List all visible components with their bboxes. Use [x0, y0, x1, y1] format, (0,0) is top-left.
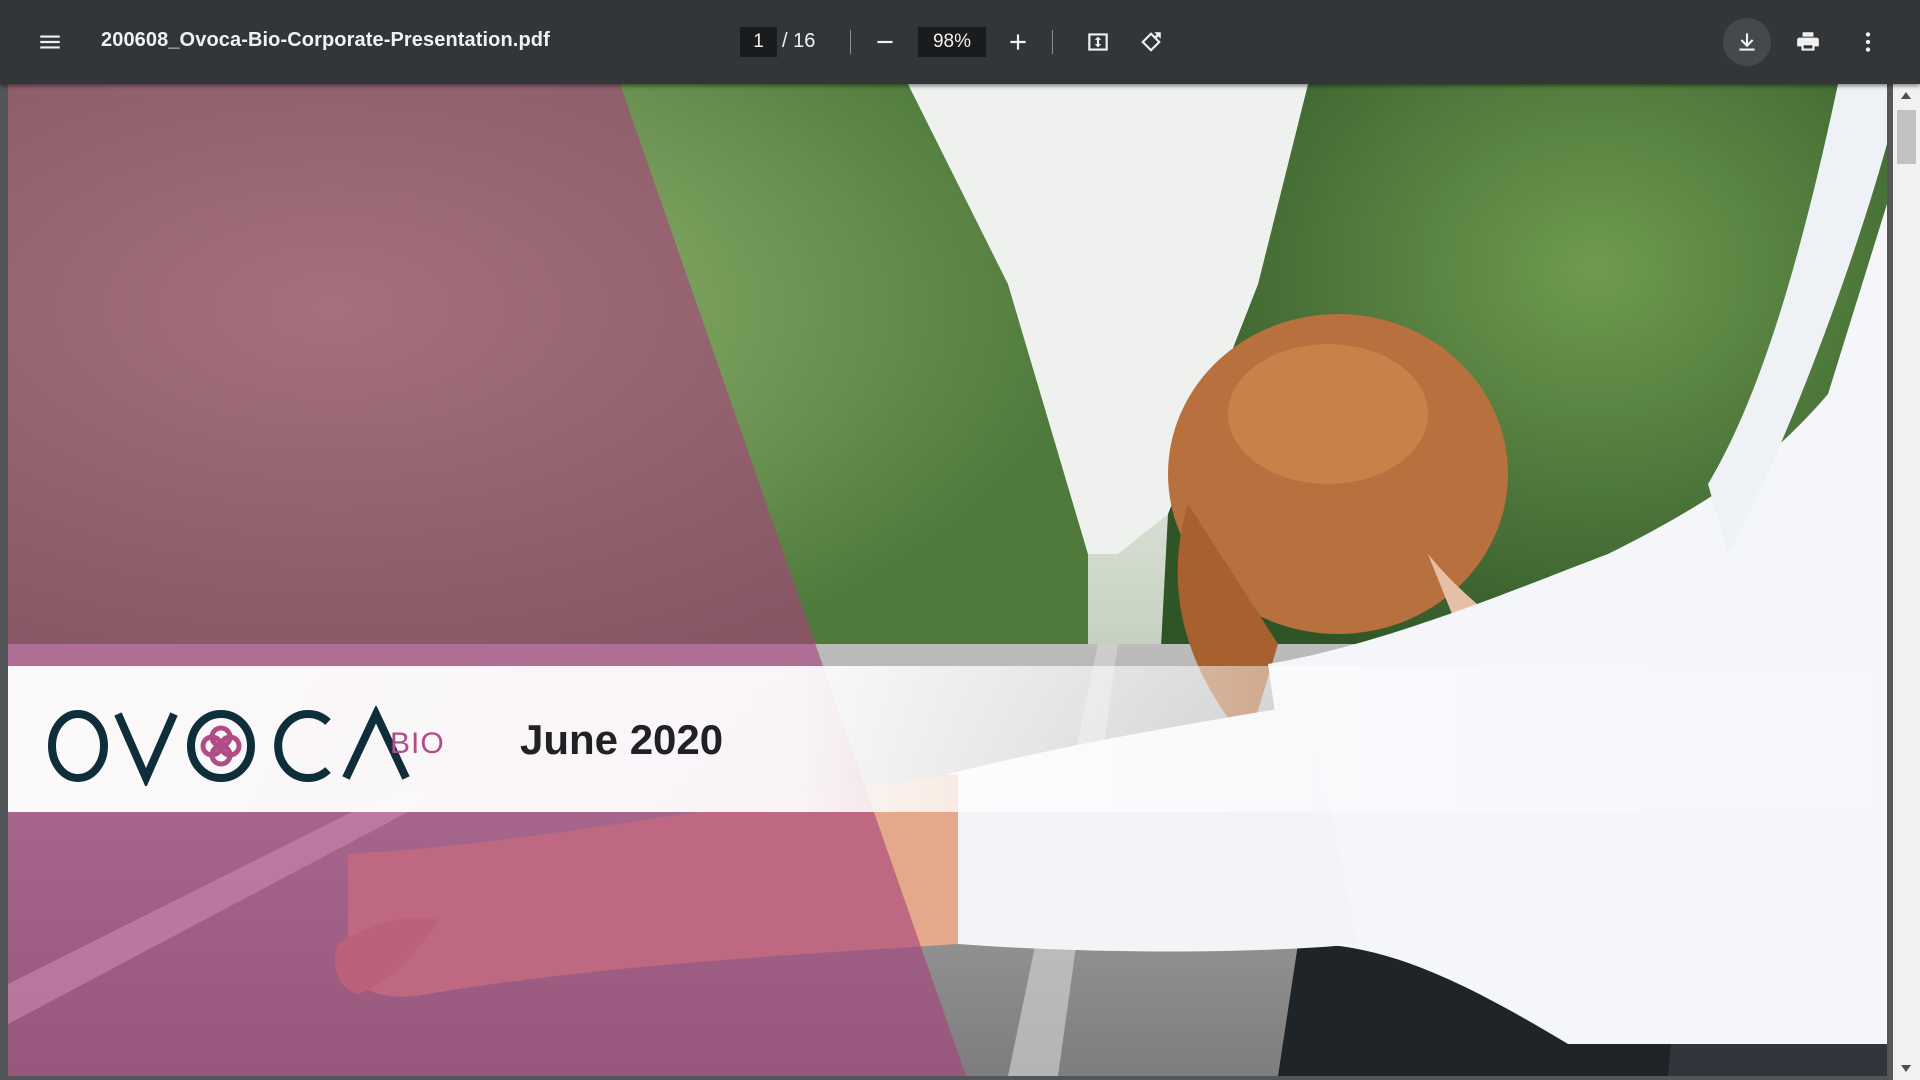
fit-to-page-button[interactable] — [1074, 18, 1122, 66]
slide-date: June 2020 — [520, 716, 724, 763]
page-count: / 16 — [782, 30, 816, 52]
zoom-level-input[interactable] — [918, 27, 986, 57]
scrollbar-thumb[interactable] — [1897, 110, 1916, 164]
page-number-input[interactable] — [740, 27, 777, 57]
zoom-out-icon — [877, 40, 893, 44]
scroll-up-arrow-icon[interactable] — [1901, 92, 1911, 99]
download-button[interactable] — [1723, 18, 1771, 66]
zoom-in-icon — [1010, 34, 1026, 50]
zoom-in-button[interactable] — [994, 18, 1042, 66]
print-button[interactable] — [1784, 18, 1832, 66]
slide-background-photo — [8, 84, 1887, 1076]
zoom-out-button[interactable] — [861, 18, 909, 66]
download-icon — [1739, 33, 1755, 51]
pdf-viewer[interactable]: BIO June 2020 — [0, 84, 1920, 1080]
hamburger-menu-icon — [40, 35, 60, 49]
vertical-scrollbar[interactable] — [1893, 84, 1920, 1080]
fit-to-page-icon — [1088, 33, 1108, 51]
ovoca-logo — [48, 706, 410, 786]
sidebar-menu-button[interactable] — [26, 18, 74, 66]
print-icon — [1797, 32, 1819, 51]
rotate-button[interactable] — [1127, 18, 1175, 66]
logo-bio-suffix: BIO — [390, 727, 445, 760]
pdf-page: BIO June 2020 — [8, 84, 1887, 1076]
pdf-toolbar: 200608_Ovoca-Bio-Corporate-Presentation.… — [0, 0, 1920, 84]
more-vert-icon — [1865, 32, 1871, 52]
more-actions-button[interactable] — [1844, 18, 1892, 66]
document-title: 200608_Ovoca-Bio-Corporate-Presentation.… — [101, 29, 550, 51]
scroll-down-arrow-icon[interactable] — [1901, 1065, 1911, 1072]
rotate-icon — [1141, 32, 1161, 52]
toolbar-divider — [1052, 30, 1053, 54]
toolbar-divider — [850, 30, 851, 54]
